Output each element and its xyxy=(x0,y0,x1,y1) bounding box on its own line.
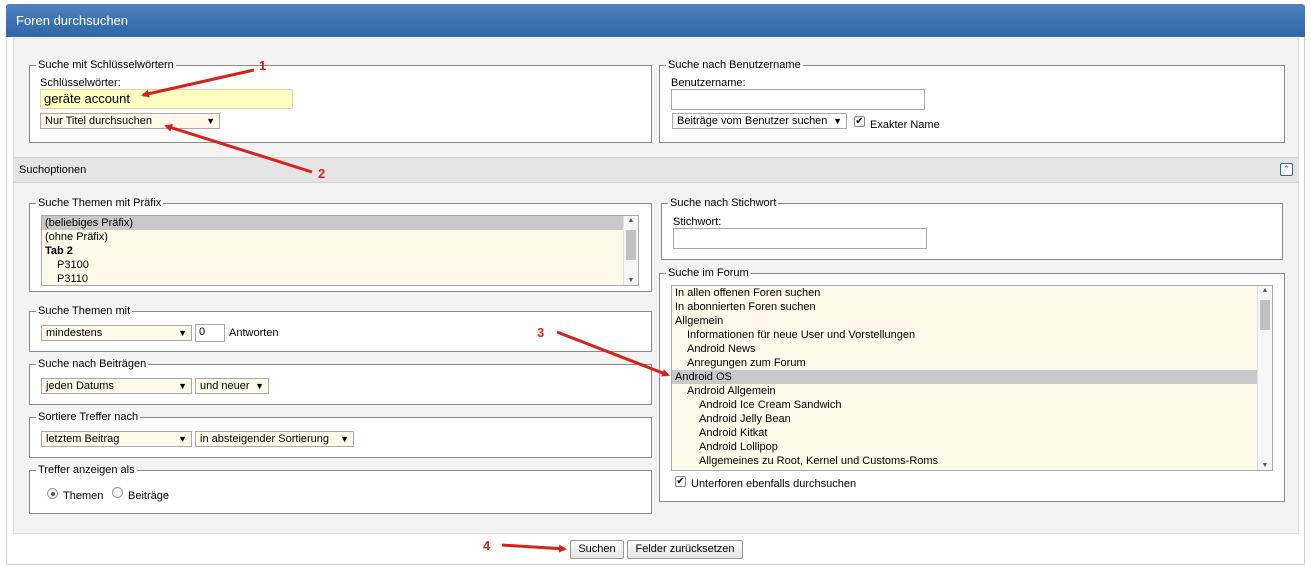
chevron-down-icon: ▼ xyxy=(340,434,349,444)
sort-field-select[interactable]: letztem Beitrag ▼ xyxy=(41,431,192,447)
prefix-scrollbar[interactable]: ▲ ▼ xyxy=(623,216,638,285)
display-threads-label: Themen xyxy=(63,490,104,502)
display-threads-radio[interactable] xyxy=(47,488,58,499)
threads-with-mode-select[interactable]: mindestens ▼ xyxy=(41,325,192,341)
search-button[interactable]: Suchen xyxy=(570,540,624,559)
scroll-up-icon[interactable]: ▲ xyxy=(1258,287,1272,294)
list-item[interactable]: (beliebiges Präfix) xyxy=(42,216,638,230)
chevron-down-icon: ▼ xyxy=(833,116,842,126)
list-item[interactable]: In allen offenen Foren suchen xyxy=(672,286,1272,300)
forum-listbox[interactable]: In allen offenen Foren suchen In abonnie… xyxy=(671,285,1273,471)
prefix-legend: Suche Themen mit Präfix xyxy=(38,197,162,209)
tag-legend: Suche nach Stichwort xyxy=(670,197,777,209)
scroll-down-icon[interactable]: ▼ xyxy=(1258,462,1272,469)
list-item[interactable]: Tab 2 xyxy=(42,244,638,258)
exact-name-checkbox[interactable]: ✔ xyxy=(854,116,865,127)
keywords-scope-select[interactable]: Nur Titel durchsuchen ▼ xyxy=(40,113,220,129)
annotation-number-3: 3 xyxy=(537,325,545,340)
username-mode-select[interactable]: Beiträge vom Benutzer suchen ▼ xyxy=(672,113,847,129)
list-item[interactable]: Informationen für neue User und Vorstell… xyxy=(672,328,1272,342)
list-item[interactable]: Android OS xyxy=(672,370,1272,384)
list-item[interactable]: Anregungen zum Forum xyxy=(672,356,1272,370)
username-mode-value: Beiträge vom Benutzer suchen xyxy=(677,115,828,127)
replies-label: Antworten xyxy=(229,327,279,339)
posts-legend: Suche nach Beiträgen xyxy=(38,358,147,370)
list-item[interactable]: Android News xyxy=(672,342,1272,356)
sort-legend: Sortiere Treffer nach xyxy=(38,411,139,423)
list-item[interactable]: Allgemeines zu Root, Kernel und Customs-… xyxy=(672,454,1272,468)
search-options-bar: Suchoptionen ⌃ xyxy=(13,157,1299,183)
username-legend: Suche nach Benutzername xyxy=(668,59,801,71)
sort-order-select[interactable]: in absteigender Sortierung ▼ xyxy=(195,431,354,447)
sort-order-value: in absteigender Sortierung xyxy=(200,433,330,445)
scroll-thumb[interactable] xyxy=(626,230,636,260)
threads-with-legend: Suche Themen mit xyxy=(38,305,131,317)
keywords-input[interactable]: geräte account xyxy=(40,89,293,109)
keywords-label: Schlüsselwörter: xyxy=(40,77,121,89)
list-item[interactable]: Android Lollipop xyxy=(672,440,1272,454)
chevron-down-icon: ▼ xyxy=(255,381,264,391)
tag-label: Stichwort: xyxy=(673,216,722,228)
chevron-down-icon: ▼ xyxy=(206,116,215,126)
tag-input[interactable] xyxy=(673,228,927,249)
annotation-number-4: 4 xyxy=(483,538,491,553)
threads-with-mode-value: mindestens xyxy=(46,327,103,339)
posts-direction-value: und neuer xyxy=(200,380,250,392)
list-item[interactable]: P3110 xyxy=(42,272,638,285)
list-item[interactable]: Android Ice Cream Sandwich xyxy=(672,398,1272,412)
annotation-number-1: 1 xyxy=(259,58,267,73)
posts-direction-select[interactable]: und neuer ▼ xyxy=(195,378,269,394)
forum-legend: Suche im Forum xyxy=(668,267,749,279)
list-item[interactable]: Android Jelly Bean xyxy=(672,412,1272,426)
annotation-number-2: 2 xyxy=(318,166,326,181)
scroll-down-icon[interactable]: ▼ xyxy=(624,277,638,284)
exact-name-label: Exakter Name xyxy=(870,119,940,131)
subforums-checkbox[interactable]: ✔ xyxy=(675,476,686,487)
search-options-title: Suchoptionen xyxy=(19,164,87,176)
forum-scrollbar[interactable]: ▲ ▼ xyxy=(1257,286,1272,470)
list-item[interactable]: In abonnierten Foren suchen xyxy=(672,300,1272,314)
scroll-thumb[interactable] xyxy=(1260,300,1270,330)
chevron-down-icon: ▼ xyxy=(178,381,187,391)
list-item[interactable]: (ohne Präfix) xyxy=(42,230,638,244)
keywords-legend: Suche mit Schlüsselwörtern xyxy=(38,59,174,71)
chevron-down-icon: ▼ xyxy=(178,328,187,338)
reply-count-input[interactable]: 0 xyxy=(195,324,225,342)
posts-date-value: jeden Datums xyxy=(46,380,114,392)
posts-date-select[interactable]: jeden Datums ▼ xyxy=(41,378,192,394)
username-label: Benutzername: xyxy=(671,77,746,89)
subforums-label: Unterforen ebenfalls durchsuchen xyxy=(691,478,857,490)
prefix-listbox[interactable]: (beliebiges Präfix) (ohne Präfix) Tab 2 … xyxy=(41,215,639,286)
sort-field-value: letztem Beitrag xyxy=(46,433,120,445)
list-item[interactable]: P3100 xyxy=(42,258,638,272)
window-title: Foren durchsuchen xyxy=(6,4,1305,37)
list-item[interactable]: Allgemein xyxy=(672,314,1272,328)
list-item[interactable]: Android Allgemein xyxy=(672,384,1272,398)
list-item[interactable]: Android Kitkat xyxy=(672,426,1272,440)
reset-button[interactable]: Felder zurücksetzen xyxy=(627,540,743,559)
display-posts-label: Beiträge xyxy=(128,490,169,502)
display-legend: Treffer anzeigen als xyxy=(38,464,135,476)
scroll-up-icon[interactable]: ▲ xyxy=(624,217,638,224)
display-posts-radio[interactable] xyxy=(112,487,123,498)
username-input[interactable] xyxy=(671,89,925,110)
display-fieldset: Treffer anzeigen als xyxy=(29,464,652,514)
chevron-down-icon: ▼ xyxy=(178,434,187,444)
keywords-scope-value: Nur Titel durchsuchen xyxy=(45,115,152,127)
collapse-icon[interactable]: ⌃ xyxy=(1280,163,1293,176)
